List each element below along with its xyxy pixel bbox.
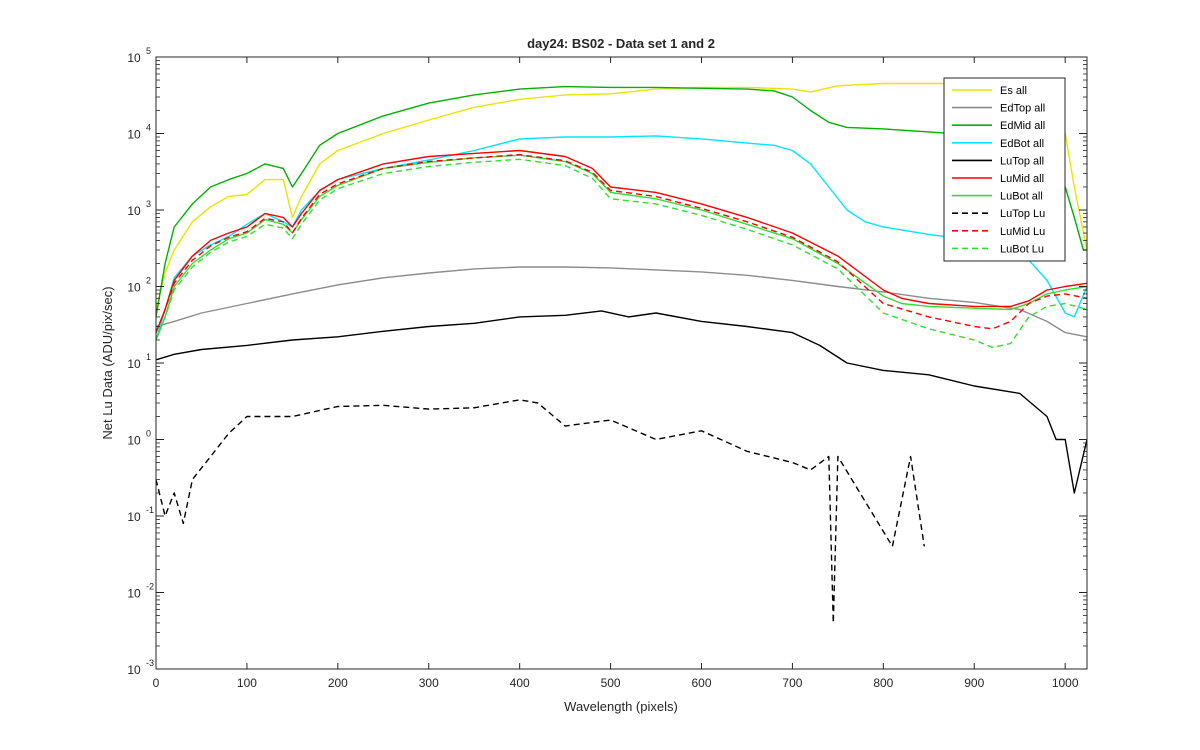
x-axis-label: Wavelength (pixels) — [564, 699, 678, 714]
figure: day24: BS02 - Data set 1 and 2 0 100 200 30… — [0, 0, 1200, 750]
x-tick-label: 600 — [691, 676, 711, 690]
y-tick-base: 10 — [127, 510, 141, 524]
x-tick-label: 900 — [964, 676, 984, 690]
y-tick-exponent: -1 — [146, 505, 154, 515]
y-tick-base: 10 — [127, 51, 141, 65]
legend: Es all EdTop all EdMid all EdBot all LuTop a… — [943, 77, 1066, 262]
y-tick-base: 10 — [127, 128, 141, 142]
legend-label: EdMid all — [1000, 120, 1045, 132]
y-tick-exponent: 2 — [146, 276, 151, 286]
x-tick-label: 400 — [510, 676, 530, 690]
legend-label: EdBot all — [1000, 138, 1044, 150]
legend-label: EdTop all — [1000, 103, 1045, 115]
y-tick-exponent: 3 — [146, 199, 151, 209]
y-axis-label: Net Lu Data (ADU/pix/sec) — [100, 286, 115, 439]
x-tick-label: 0 — [153, 676, 160, 690]
x-tick-label: 200 — [328, 676, 348, 690]
legend-label: LuTop Lu — [1000, 208, 1045, 220]
legend-label: LuTop all — [1000, 155, 1044, 167]
y-tick-exponent: -3 — [146, 658, 154, 668]
x-tick-label: 300 — [419, 676, 439, 690]
legend-label: LuMid all — [1000, 173, 1044, 185]
x-tick-label: 100 — [237, 676, 257, 690]
y-tick-base: 10 — [127, 281, 141, 295]
legend-label: Es all — [1000, 85, 1027, 97]
x-tick-label: 1000 — [1052, 676, 1079, 690]
x-tick-label: 700 — [782, 676, 802, 690]
y-tick-exponent: 0 — [146, 429, 151, 439]
x-tick-label: 500 — [601, 676, 621, 690]
legend-label: LuBot all — [1000, 191, 1043, 203]
y-tick-base: 10 — [127, 357, 141, 371]
y-tick-exponent: 1 — [146, 352, 151, 362]
y-tick-exponent: -2 — [146, 582, 154, 592]
y-tick-base: 10 — [127, 204, 141, 218]
legend-label: LuBot Lu — [1000, 243, 1044, 255]
y-tick-exponent: 4 — [146, 123, 151, 133]
y-tick-base: 10 — [127, 434, 141, 448]
y-tick-exponent: 5 — [146, 46, 151, 56]
x-tick-label: 800 — [873, 676, 893, 690]
legend-label: LuMid Lu — [1000, 226, 1045, 238]
chart-title: day24: BS02 - Data set 1 and 2 — [527, 36, 715, 51]
y-tick-base: 10 — [127, 587, 141, 601]
y-tick-base: 10 — [127, 663, 141, 677]
